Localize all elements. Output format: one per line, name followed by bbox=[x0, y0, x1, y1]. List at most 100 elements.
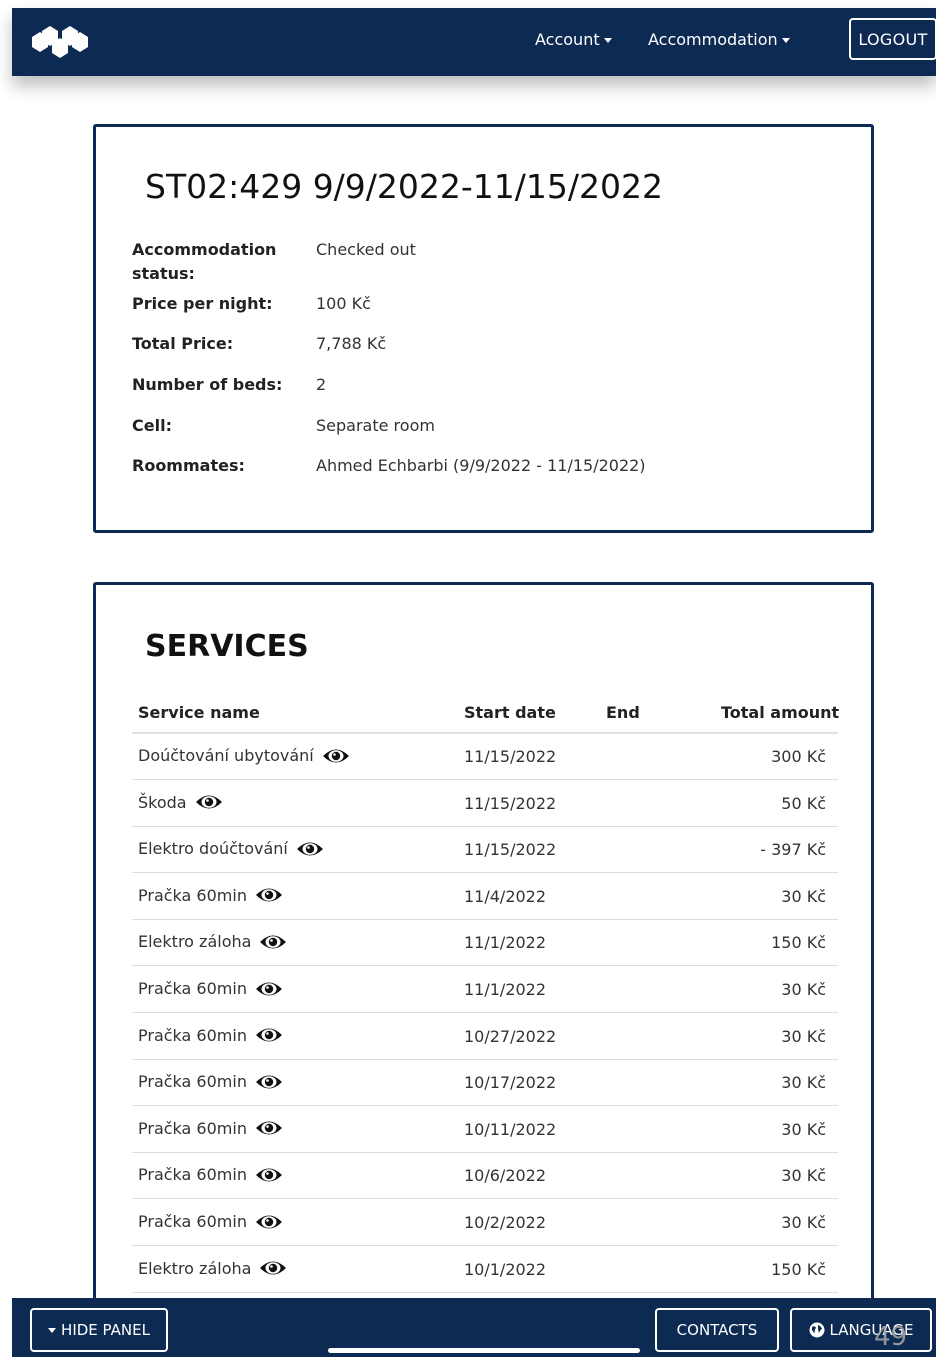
start-date-cell: 10/27/2022 bbox=[464, 1026, 557, 1046]
column-header-end: End bbox=[606, 703, 640, 722]
service-name-cell: Elektro záloha bbox=[138, 932, 287, 951]
service-name: Pračka 60min bbox=[138, 885, 247, 905]
eye-icon[interactable] bbox=[322, 747, 350, 765]
start-date-cell: 10/1/2022 bbox=[464, 1259, 547, 1279]
total-amount-cell: 30 Kč bbox=[781, 1213, 826, 1232]
page-number: 49 bbox=[874, 1322, 908, 1352]
eye-icon[interactable] bbox=[255, 1073, 283, 1091]
table-row: Pračka 60min 11/1/2022 30 Kč bbox=[132, 967, 838, 1013]
eye-icon[interactable] bbox=[296, 840, 324, 858]
start-date-cell: 11/4/2022 bbox=[464, 886, 547, 906]
start-date-cell: 10/11/2022 bbox=[464, 1119, 557, 1139]
accommodation-menu-label: Accommodation bbox=[648, 30, 778, 49]
services-card: SERVICES Service name Start date End Tot… bbox=[93, 582, 874, 1342]
hide-panel-label: HIDE PANEL bbox=[61, 1321, 150, 1339]
service-name: Pračka 60min bbox=[138, 979, 247, 998]
service-name-cell: Elektro záloha bbox=[138, 1259, 287, 1278]
service-name-cell: Pračka 60min bbox=[138, 886, 283, 905]
service-name: Elektro záloha bbox=[138, 1258, 252, 1278]
start-date-cell: 10/17/2022 bbox=[464, 1073, 557, 1093]
accommodation-status-label: Accommodation status: bbox=[132, 240, 277, 283]
eye-icon[interactable] bbox=[255, 980, 283, 998]
eye-icon[interactable] bbox=[255, 1166, 283, 1184]
service-name: Pračka 60min bbox=[138, 1165, 247, 1185]
accommodation-menu[interactable]: Accommodation bbox=[648, 30, 790, 49]
logout-button[interactable]: LOGOUT bbox=[849, 18, 936, 60]
total-amount-cell: 30 Kč bbox=[781, 1166, 826, 1186]
column-header-start-date: Start date bbox=[464, 703, 556, 722]
start-date-cell: 11/15/2022 bbox=[464, 793, 557, 813]
roommates-value: Ahmed Echbarbi (9/9/2022 - 11/15/2022) bbox=[316, 456, 646, 475]
table-row: Pračka 60min 11/4/2022 30 Kč bbox=[132, 874, 838, 920]
service-name-cell: Elektro doúčtování bbox=[138, 839, 324, 858]
cell-label: Cell: bbox=[132, 416, 172, 435]
number-of-beds-label: Number of beds: bbox=[132, 375, 283, 394]
caret-down-icon bbox=[781, 38, 790, 43]
eye-icon[interactable] bbox=[259, 933, 287, 951]
total-price-label: Total Price: bbox=[132, 334, 234, 353]
eye-icon[interactable] bbox=[255, 1213, 283, 1231]
service-name: Elektro doúčtování bbox=[138, 839, 288, 859]
start-date-cell: 10/6/2022 bbox=[464, 1166, 547, 1186]
cell-value: Separate room bbox=[316, 416, 435, 435]
reservation-card: ST02:429 9/9/2022-11/15/2022 Accommodati… bbox=[93, 124, 874, 533]
service-name: Pračka 60min bbox=[138, 1025, 247, 1045]
price-per-night-label: Price per night: bbox=[132, 294, 273, 313]
total-price-value: 7,788 Kč bbox=[316, 334, 387, 353]
home-indicator bbox=[328, 1348, 640, 1353]
eye-icon[interactable] bbox=[259, 1259, 287, 1277]
eye-icon[interactable] bbox=[255, 1026, 283, 1044]
total-amount-cell: - 397 Kč bbox=[760, 840, 826, 860]
reservation-title: ST02:429 9/9/2022-11/15/2022 bbox=[145, 167, 664, 206]
hexagon-logo-icon[interactable] bbox=[32, 20, 92, 64]
total-amount-cell: 30 Kč bbox=[781, 1073, 826, 1093]
price-per-night-value: 100 Kč bbox=[316, 294, 371, 313]
total-amount-cell: 50 Kč bbox=[781, 793, 826, 813]
services-title: SERVICES bbox=[145, 629, 309, 664]
account-menu[interactable]: Account bbox=[535, 30, 612, 49]
start-date-cell: 11/1/2022 bbox=[464, 980, 547, 999]
caret-down-icon bbox=[48, 1327, 57, 1333]
service-name: Pračka 60min bbox=[138, 1072, 247, 1092]
total-amount-cell: 30 Kč bbox=[781, 886, 826, 906]
eye-icon[interactable] bbox=[255, 886, 283, 904]
service-name-cell: Pračka 60min bbox=[138, 1072, 283, 1091]
service-name-cell: Pračka 60min bbox=[138, 1119, 283, 1138]
top-navbar: Account Accommodation LOGOUT bbox=[12, 8, 936, 76]
table-row: Pračka 60min 10/2/2022 30 Kč bbox=[132, 1200, 838, 1246]
service-name-cell: Škoda bbox=[138, 793, 223, 812]
column-header-total-amount: Total amount bbox=[721, 703, 840, 722]
table-row: Pračka 60min 10/17/2022 30 Kč bbox=[132, 1060, 838, 1107]
contacts-button[interactable]: CONTACTS bbox=[655, 1308, 779, 1352]
table-row: Elektro doúčtování 11/15/2022 - 397 Kč bbox=[132, 827, 838, 874]
total-amount-cell: 30 Kč bbox=[781, 1119, 826, 1139]
caret-down-icon bbox=[603, 38, 612, 43]
start-date-cell: 11/15/2022 bbox=[464, 840, 557, 860]
start-date-cell: 11/1/2022 bbox=[464, 933, 547, 953]
eye-icon[interactable] bbox=[255, 1119, 283, 1137]
start-date-cell: 10/2/2022 bbox=[464, 1213, 547, 1232]
total-amount-cell: 300 Kč bbox=[771, 747, 826, 766]
table-row: Pračka 60min 10/11/2022 30 Kč bbox=[132, 1107, 838, 1153]
table-row: Pračka 60min 10/27/2022 30 Kč bbox=[132, 1014, 838, 1060]
account-menu-label: Account bbox=[535, 30, 600, 49]
table-row: Škoda 11/15/2022 50 Kč bbox=[132, 781, 838, 827]
number-of-beds-value: 2 bbox=[316, 375, 327, 394]
service-name: Pračka 60min bbox=[138, 1118, 247, 1138]
service-name: Pračka 60min bbox=[138, 1212, 247, 1231]
hide-panel-button[interactable]: HIDE PANEL bbox=[30, 1308, 168, 1352]
service-name-cell: Pračka 60min bbox=[138, 979, 283, 998]
table-row: Elektro záloha 10/1/2022 150 Kč bbox=[132, 1247, 838, 1293]
globe-icon bbox=[809, 1322, 825, 1338]
service-name: Elektro záloha bbox=[138, 932, 252, 952]
accommodation-status-value: Checked out bbox=[316, 240, 416, 259]
table-row: Pračka 60min 10/6/2022 30 Kč bbox=[132, 1153, 838, 1200]
column-header-service-name: Service name bbox=[138, 703, 260, 722]
eye-icon[interactable] bbox=[195, 793, 223, 811]
service-name-cell: Pračka 60min bbox=[138, 1026, 283, 1045]
start-date-cell: 11/15/2022 bbox=[464, 747, 557, 766]
service-name-cell: Doúčtování ubytování bbox=[138, 746, 350, 765]
bottom-bar: HIDE PANEL CONTACTS LANGUAGE 49 bbox=[12, 1298, 936, 1357]
language-button[interactable]: LANGUAGE bbox=[790, 1308, 932, 1352]
total-amount-cell: 30 Kč bbox=[781, 980, 826, 999]
